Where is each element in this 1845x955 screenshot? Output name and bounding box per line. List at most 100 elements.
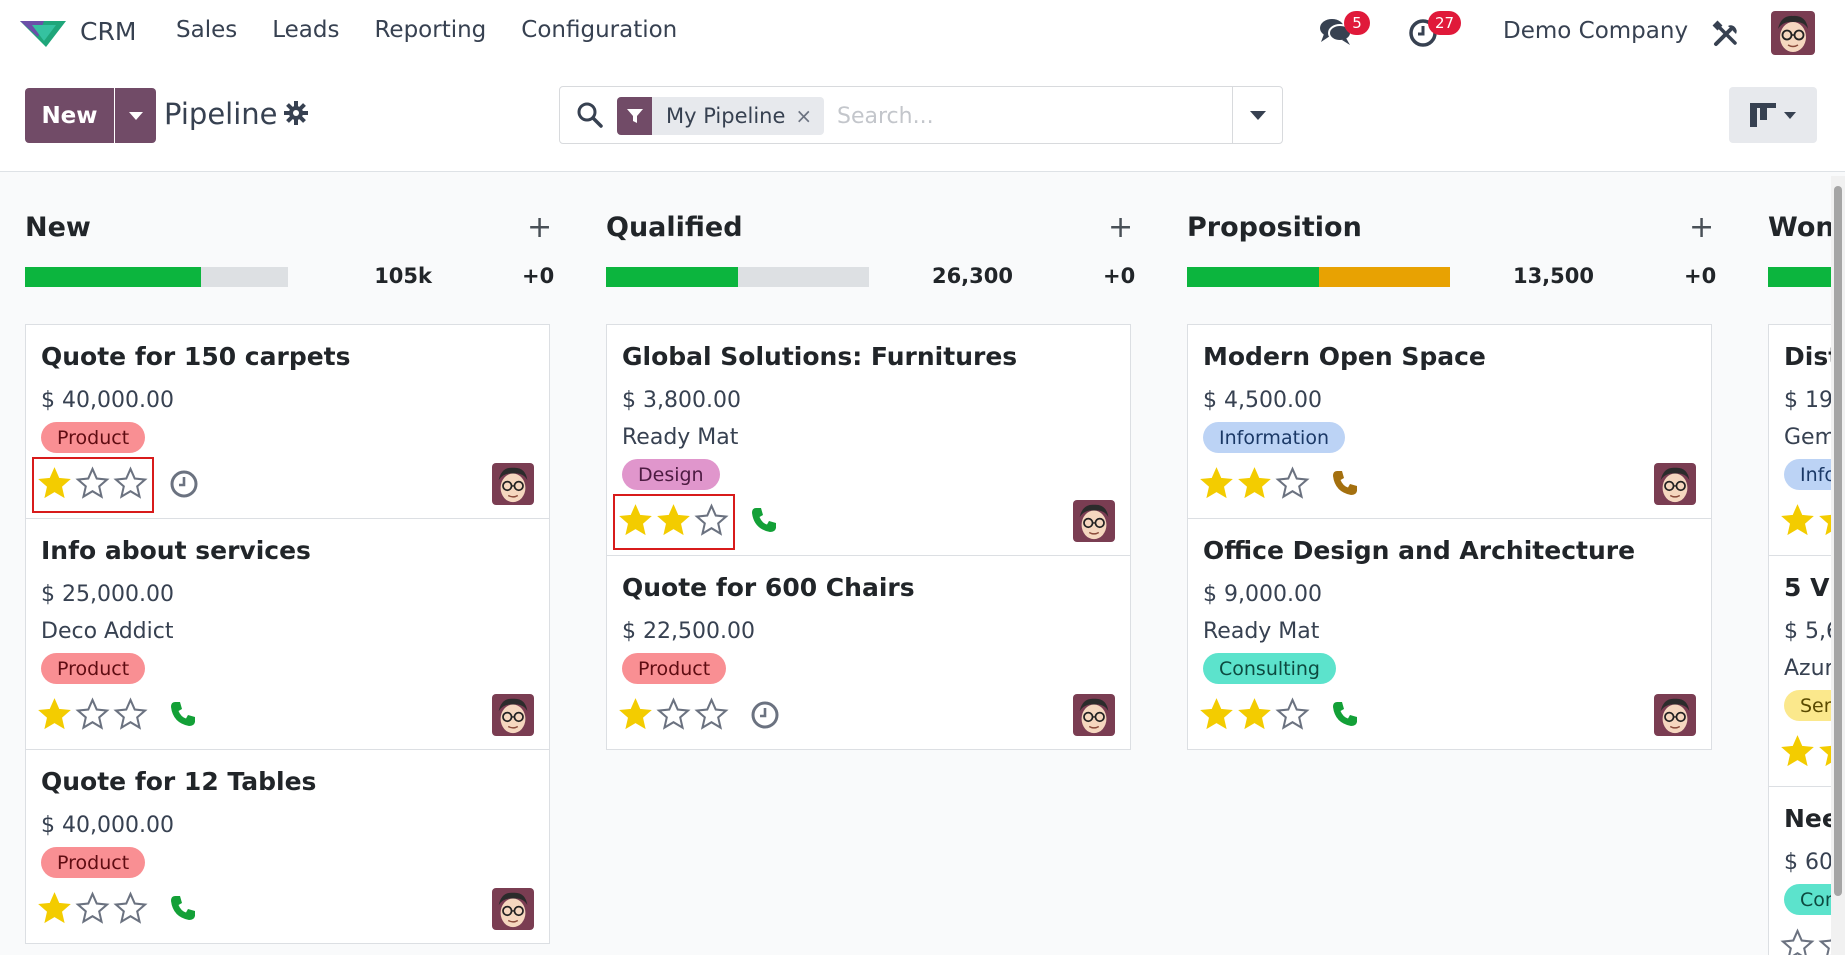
star-empty-icon[interactable]: [75, 697, 110, 732]
star-empty-icon[interactable]: [113, 697, 148, 732]
kanban-card[interactable]: Info about services $ 25,000.00 Deco Addic…: [25, 518, 550, 750]
card-amount: $ 9,000.00: [1203, 582, 1322, 607]
menu-sales[interactable]: Sales: [176, 17, 237, 43]
card-title: Quote for 600 Chairs: [622, 573, 915, 602]
filter-icon: [617, 97, 652, 135]
app-name[interactable]: CRM: [80, 17, 136, 46]
crm-logo-icon[interactable]: [18, 15, 68, 49]
star-empty-icon[interactable]: [1275, 466, 1310, 501]
column-progress-bar[interactable]: [1187, 267, 1450, 287]
progress-green-segment[interactable]: [1187, 267, 1319, 287]
company-switcher[interactable]: Demo Company: [1503, 18, 1688, 44]
column-quick-create-button[interactable]: +: [1689, 210, 1714, 245]
search-icon[interactable]: [576, 101, 604, 129]
progress-green-segment[interactable]: [25, 267, 202, 287]
star-empty-icon[interactable]: [1780, 928, 1815, 955]
column-quick-create-button[interactable]: +: [1108, 210, 1133, 245]
avatar-icon: [1073, 500, 1115, 542]
star-filled-icon[interactable]: [1780, 503, 1815, 538]
vertical-scrollbar[interactable]: [1831, 176, 1845, 955]
progress-green-segment[interactable]: [606, 267, 738, 287]
salesperson-avatar[interactable]: [492, 888, 534, 930]
column-recurring-total: +0: [522, 264, 555, 288]
card-tag: Design: [622, 459, 720, 490]
menu-configuration[interactable]: Configuration: [521, 17, 677, 43]
salesperson-avatar[interactable]: [492, 463, 534, 505]
column-title[interactable]: Qualified: [606, 212, 743, 243]
priority-stars[interactable]: [37, 891, 148, 926]
priority-stars[interactable]: [1199, 697, 1310, 732]
column-title[interactable]: New: [25, 212, 91, 243]
progress-orange-segment[interactable]: [1318, 267, 1450, 287]
avatar-icon: [492, 888, 534, 930]
user-avatar[interactable]: [1771, 11, 1815, 55]
kanban-card[interactable]: Global Solutions: Furnitures $ 3,800.00 Re…: [606, 324, 1131, 556]
card-title: Quote for 12 Tables: [41, 767, 317, 796]
menu-reporting[interactable]: Reporting: [374, 17, 486, 43]
star-filled-icon[interactable]: [1199, 466, 1234, 501]
phone-icon[interactable]: [169, 700, 197, 732]
phone-icon[interactable]: [1331, 700, 1359, 732]
salesperson-avatar[interactable]: [1654, 463, 1696, 505]
page-title: Pipeline: [164, 97, 278, 131]
column-sum: 105k: [374, 264, 432, 288]
card-partner: Deco Addict: [41, 619, 174, 644]
phone-icon[interactable]: [750, 506, 778, 538]
star-empty-icon[interactable]: [694, 697, 729, 732]
phone-icon[interactable]: [169, 894, 197, 926]
column-title[interactable]: Won: [1768, 212, 1835, 243]
clock-icon[interactable]: [169, 469, 199, 503]
main-menu: Sales Leads Reporting Configuration: [176, 17, 712, 43]
new-dropdown-button[interactable]: [115, 88, 156, 143]
kanban-card[interactable]: Office Design and Architecture $ 9,000.00…: [1187, 518, 1712, 750]
star-filled-icon[interactable]: [1199, 697, 1234, 732]
column-quick-create-button[interactable]: +: [527, 210, 552, 245]
card-amount: $ 22,500.00: [622, 619, 755, 644]
kanban-card[interactable]: Quote for 150 carpets $ 40,000.00 Product: [25, 324, 550, 519]
column-progress-bar[interactable]: [25, 267, 288, 287]
column-recurring-total: +0: [1103, 264, 1136, 288]
card-title: Modern Open Space: [1203, 342, 1486, 371]
salesperson-avatar[interactable]: [1073, 694, 1115, 736]
salesperson-avatar[interactable]: [492, 694, 534, 736]
priority-stars[interactable]: [37, 697, 148, 732]
column-title[interactable]: Proposition: [1187, 212, 1362, 243]
phone-orange-icon[interactable]: [1331, 469, 1359, 501]
star-filled-icon[interactable]: [1780, 734, 1815, 769]
kanban-card[interactable]: Quote for 600 Chairs $ 22,500.00 Product: [606, 555, 1131, 750]
card-amount: $ 25,000.00: [41, 582, 174, 607]
star-filled-icon[interactable]: [1237, 697, 1272, 732]
caret-down-icon: [1249, 110, 1266, 120]
kanban-board: New +105k +0 Quote for 150 carpets $ 40,000.…: [0, 172, 1845, 955]
star-filled-icon[interactable]: [1237, 466, 1272, 501]
column-progress-bar[interactable]: [606, 267, 869, 287]
salesperson-avatar[interactable]: [1073, 500, 1115, 542]
view-switcher[interactable]: [1729, 87, 1817, 143]
actions-gear-button[interactable]: [284, 101, 308, 129]
clock-icon[interactable]: [750, 700, 780, 734]
priority-stars[interactable]: [1199, 466, 1310, 501]
star-filled-icon[interactable]: [37, 697, 72, 732]
menu-leads[interactable]: Leads: [272, 17, 339, 43]
card-title: Quote for 150 carpets: [41, 342, 351, 371]
star-empty-icon[interactable]: [656, 697, 691, 732]
facet-remove-icon[interactable]: ×: [795, 104, 824, 128]
star-empty-icon[interactable]: [113, 891, 148, 926]
star-filled-icon[interactable]: [618, 697, 653, 732]
card-partner: Ready Mat: [1203, 619, 1320, 644]
salesperson-avatar[interactable]: [1654, 694, 1696, 736]
search-options-toggle[interactable]: [1232, 87, 1282, 143]
star-empty-icon[interactable]: [75, 891, 110, 926]
priority-stars[interactable]: [618, 697, 729, 732]
card-tag: Product: [41, 422, 146, 453]
kanban-card[interactable]: Quote for 12 Tables $ 40,000.00 Product: [25, 749, 550, 944]
search-input[interactable]: [837, 99, 1217, 133]
debug-tools-button[interactable]: [1712, 20, 1740, 52]
scrollbar-thumb[interactable]: [1834, 186, 1842, 896]
card-tag: Product: [622, 653, 727, 684]
tools-icon: [1712, 20, 1737, 46]
star-empty-icon[interactable]: [1275, 697, 1310, 732]
kanban-card[interactable]: Modern Open Space $ 4,500.00 Information: [1187, 324, 1712, 519]
star-filled-icon[interactable]: [37, 891, 72, 926]
new-button[interactable]: New: [25, 88, 114, 143]
